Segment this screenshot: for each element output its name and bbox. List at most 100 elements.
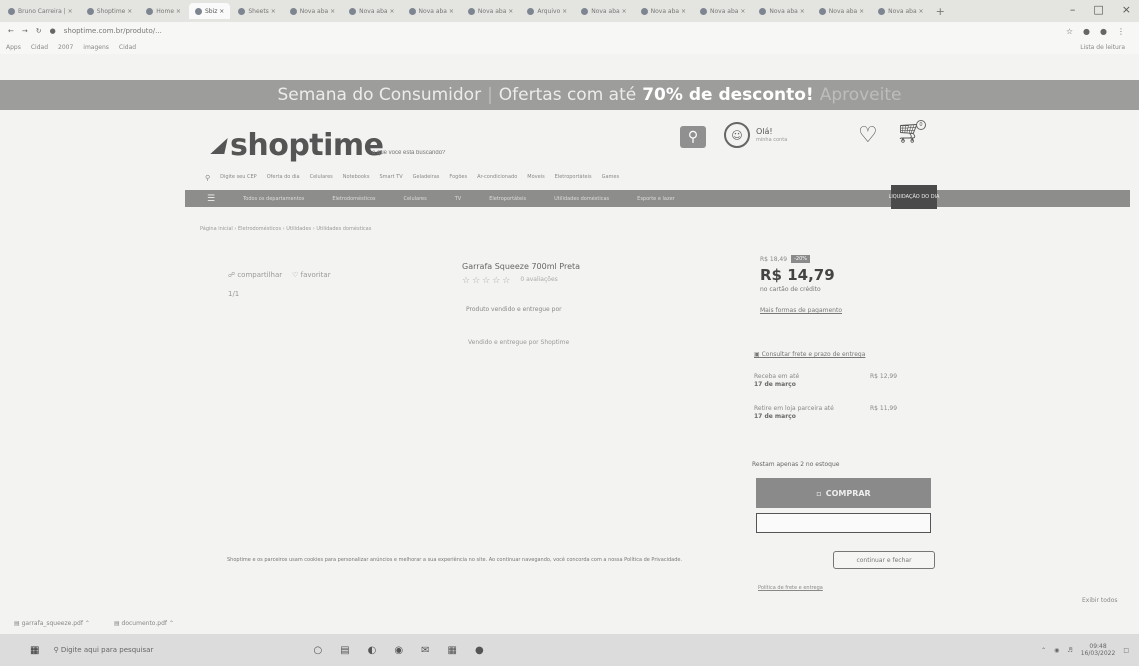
new-tab-button[interactable]: +	[930, 5, 951, 18]
volume-icon[interactable]: ♬	[1067, 647, 1072, 654]
shipping-option-b[interactable]: Retire em loja parceira até 17 de março	[754, 405, 834, 421]
promo-banner[interactable]: Semana do Consumidor | Ofertas com até 7…	[0, 80, 1139, 110]
cep-link[interactable]: Games	[602, 174, 620, 182]
hamburger-menu-icon[interactable]: ☰	[207, 194, 215, 204]
nav-item[interactable]: Celulares	[403, 196, 426, 202]
cep-link[interactable]: Oferta do dia	[267, 174, 300, 182]
cookie-accept-button[interactable]: continuar e fechar	[833, 551, 935, 569]
app-icon[interactable]: ●	[475, 645, 484, 656]
chrome-icon[interactable]: ◉	[394, 645, 403, 656]
tab-favicon-icon	[467, 7, 475, 15]
file-explorer-icon[interactable]: ▤	[340, 645, 349, 656]
cart-button[interactable]: 🛒︎ 0	[896, 120, 926, 145]
nav-item[interactable]: Eletrodomésticos	[332, 196, 375, 202]
browser-tab[interactable]: Nova aba ×	[813, 3, 870, 19]
browser-tab[interactable]: Nova aba ×	[872, 3, 929, 19]
browser-tab[interactable]: Sbiz ×	[188, 3, 231, 19]
payment-options-link[interactable]: Mais formas de pagamento	[760, 307, 842, 314]
menu-dots-icon[interactable]: ⋮	[1117, 27, 1125, 36]
profile-icon[interactable]: ●	[1100, 27, 1107, 36]
bookmark-item[interactable]: imagens	[83, 44, 109, 51]
bookmark-apps[interactable]: Apps	[6, 44, 21, 51]
cep-link[interactable]: Eletroportáteis	[555, 174, 592, 182]
browser-tab[interactable]: Nova aba ×	[343, 3, 400, 19]
seller-info[interactable]: Vendido e entregue por Shoptime	[468, 339, 569, 346]
browser-tab[interactable]: Nova aba ×	[694, 3, 751, 19]
browser-tab[interactable]: Bruno Carreira | ×	[2, 3, 79, 19]
url-text[interactable]: shoptime.com.br/produto/...	[64, 27, 162, 35]
deal-of-day-button[interactable]: LIQUIDAÇÃO DO DIA	[889, 185, 939, 209]
search-button[interactable]: ⚲	[680, 126, 706, 148]
browser-tab[interactable]: Shoptime ×	[81, 3, 139, 19]
buy-button[interactable]: ▫ COMPRAR	[756, 478, 931, 508]
maximize-icon[interactable]: □	[1093, 3, 1103, 16]
stock-warning: Restam apenas 2 no estoque	[752, 461, 840, 468]
product-rating[interactable]: ☆☆☆☆☆ 0 avaliações	[462, 276, 558, 286]
nav-item[interactable]: TV	[455, 196, 461, 202]
old-price: R$ 18,49	[760, 255, 788, 263]
bookmark-item[interactable]: Cidad	[31, 44, 48, 51]
breadcrumb[interactable]: Página inicial › Eletrodomésticos › Util…	[200, 226, 371, 232]
show-all-downloads[interactable]: Exibir todos	[1082, 597, 1118, 604]
cep-link[interactable]: Ar-condicionado	[477, 174, 517, 182]
close-window-icon[interactable]: ×	[1122, 3, 1131, 16]
extensions-icon[interactable]: ●	[1083, 27, 1090, 36]
shipping-cep-link[interactable]: ▣ Consultar frete e prazo de entrega	[754, 351, 865, 358]
chevron-up-icon[interactable]: ⌃	[85, 620, 90, 627]
nav-item[interactable]: Todos os departamentos	[243, 196, 304, 202]
browser-tab[interactable]: Nova aba ×	[575, 3, 632, 19]
nav-item[interactable]: Eletroportáteis	[489, 196, 526, 202]
address-bar: ← → ↻ ● shoptime.com.br/produto/... ☆ ● …	[0, 22, 1139, 40]
store-icon[interactable]: ▦	[448, 645, 457, 656]
browser-tab[interactable]: Nova aba ×	[462, 3, 519, 19]
favorite-button[interactable]: ♡ favoritar	[292, 271, 330, 279]
star-bookmark-icon[interactable]: ☆	[1066, 27, 1073, 36]
bookmark-item[interactable]: 2007	[58, 44, 73, 51]
back-icon[interactable]: ←	[8, 27, 14, 35]
browser-tab[interactable]: Nova aba ×	[753, 3, 810, 19]
reading-list-button[interactable]: Lista de leitura	[1080, 44, 1125, 51]
share-button[interactable]: ☍ compartilhar	[228, 271, 282, 279]
network-icon[interactable]: ◉	[1054, 647, 1059, 654]
tab-label: Nova aba ×	[299, 7, 336, 15]
search-input[interactable]	[370, 146, 674, 160]
notifications-icon[interactable]: □	[1123, 647, 1129, 654]
account-menu[interactable]: ☺ Olá! minha conta	[724, 122, 787, 148]
windows-start-icon[interactable]: ▦	[30, 645, 39, 656]
download-item[interactable]: ▤ garrafa_squeeze.pdf ⌃	[14, 620, 90, 627]
browser-tab[interactable]: Arquivo ×	[521, 3, 573, 19]
minimize-icon[interactable]: –	[1070, 3, 1076, 16]
favorites-heart-icon[interactable]: ♡	[858, 123, 878, 148]
cep-link[interactable]: Móveis	[527, 174, 544, 182]
browser-tab[interactable]: Sheets ×	[232, 3, 281, 19]
freight-policy-link[interactable]: Política de frete e entrega	[758, 585, 823, 591]
cep-link[interactable]: Celulares	[310, 174, 333, 182]
download-item[interactable]: ▤ documento.pdf ⌃	[114, 620, 174, 627]
cep-link[interactable]: Smart TV	[379, 174, 402, 182]
cep-link[interactable]: Notebooks	[343, 174, 370, 182]
bookmark-item[interactable]: Cidad	[119, 44, 136, 51]
browser-tab[interactable]: Home ×	[140, 3, 187, 19]
chevron-up-icon[interactable]: ⌃	[1041, 647, 1046, 654]
product-brand[interactable]: Produto vendido e entregue por	[466, 306, 562, 313]
clock[interactable]: 09:48 16/03/2022	[1081, 643, 1116, 657]
shipping-option-a[interactable]: Receba em até 17 de março	[754, 373, 799, 389]
cep-label[interactable]: Digite seu CEP	[220, 174, 257, 182]
add-to-cart-button[interactable]	[756, 513, 931, 533]
shoptime-logo[interactable]: shoptime	[210, 128, 384, 163]
browser-tab[interactable]: Nova aba ×	[635, 3, 692, 19]
cep-link[interactable]: Fogões	[449, 174, 467, 182]
chevron-up-icon[interactable]: ⌃	[169, 620, 174, 627]
reload-icon[interactable]: ↻	[36, 27, 42, 35]
task-view-icon[interactable]: ○	[313, 645, 322, 656]
browser-tab[interactable]: Nova aba ×	[284, 3, 341, 19]
cookie-text: Shoptime e os parceiros usam cookies par…	[227, 557, 683, 563]
browser-tab[interactable]: Nova aba ×	[403, 3, 460, 19]
nav-item[interactable]: Utilidades domésticas	[554, 196, 609, 202]
nav-item[interactable]: Esporte e lazer	[637, 196, 675, 202]
forward-icon[interactable]: →	[22, 27, 28, 35]
taskbar-search[interactable]: ⚲ Digite aqui para pesquisar	[53, 646, 253, 654]
edge-icon[interactable]: ◐	[368, 645, 377, 656]
cep-link[interactable]: Geladeiras	[413, 174, 440, 182]
mail-icon[interactable]: ✉	[421, 645, 429, 656]
